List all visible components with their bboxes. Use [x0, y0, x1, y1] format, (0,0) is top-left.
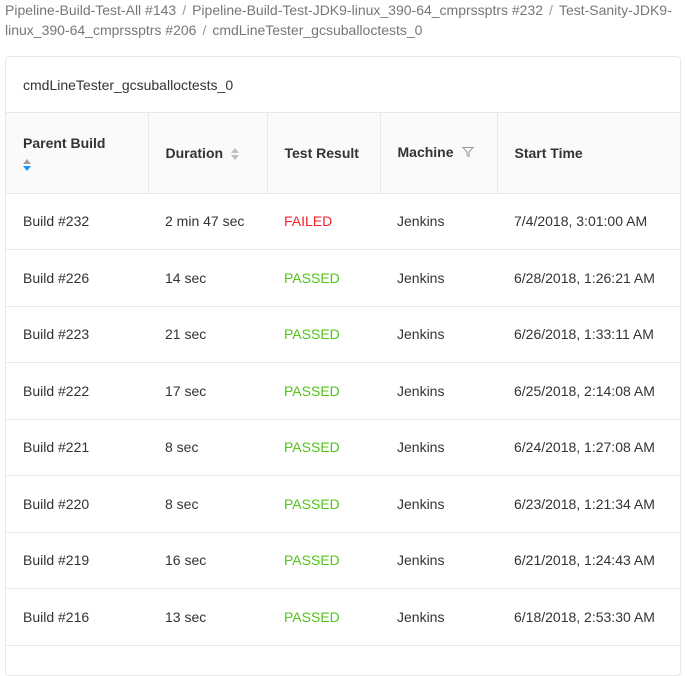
table-row[interactable]: Build #220 8 sec PASSED Jenkins 6/23/201… [6, 475, 680, 533]
cell-machine: Jenkins [380, 306, 497, 363]
table-row[interactable]: Build #223 21 sec PASSED Jenkins 6/26/20… [6, 306, 680, 363]
cell-machine: Jenkins [380, 588, 497, 646]
table-row[interactable]: Build #216 13 sec PASSED Jenkins 6/18/20… [6, 588, 680, 646]
cell-start-time: 6/18/2018, 2:53:30 AM [497, 588, 680, 646]
column-header-test-result: Test Result [267, 113, 381, 194]
column-header-start-time: Start Time [497, 113, 680, 194]
breadcrumb-separator: / [182, 2, 187, 18]
cell-start-time: 6/28/2018, 1:26:21 AM [497, 249, 680, 307]
sort-caret-icon[interactable] [23, 159, 31, 171]
breadcrumb-item-pipeline-all[interactable]: Pipeline-Build-Test-All #143 [5, 2, 176, 18]
table-row[interactable]: Build #219 16 sec PASSED Jenkins 6/21/20… [6, 532, 680, 589]
cell-machine: Jenkins [380, 532, 497, 589]
table-header-row: Parent Build Duration Test Result Machin… [6, 113, 680, 194]
cell-test-result-status: PASSED [267, 475, 380, 533]
cell-test-result-status: FAILED [267, 193, 380, 250]
cell-machine: Jenkins [380, 249, 497, 307]
column-header-duration[interactable]: Duration [148, 113, 268, 194]
column-header-label: Machine [397, 144, 454, 161]
card-title: cmdLineTester_gcsuballoctests_0 [6, 57, 680, 113]
cell-duration: 13 sec [148, 588, 267, 646]
column-header-label: Test Result [284, 144, 359, 161]
cell-machine: Jenkins [380, 193, 497, 250]
column-header-label: Duration [165, 144, 224, 161]
table-row[interactable]: Build #221 8 sec PASSED Jenkins 6/24/201… [6, 419, 680, 476]
cell-duration: 16 sec [148, 532, 267, 589]
cell-duration: 17 sec [148, 362, 267, 420]
build-history-table: Parent Build Duration Test Result Machin… [6, 113, 680, 646]
cell-test-result-status: PASSED [267, 419, 380, 476]
breadcrumb-item-current-test[interactable]: cmdLineTester_gcsuballoctests_0 [212, 22, 422, 38]
cell-duration: 21 sec [148, 306, 267, 363]
cell-parent-build[interactable]: Build #221 [6, 419, 148, 476]
cell-test-result-status: PASSED [267, 249, 380, 307]
cell-parent-build[interactable]: Build #226 [6, 249, 148, 307]
sort-caret-icon[interactable] [231, 148, 240, 161]
breadcrumb-separator: / [549, 2, 553, 18]
column-header-machine: Machine [380, 113, 498, 194]
cell-parent-build[interactable]: Build #220 [6, 475, 148, 533]
cell-machine: Jenkins [380, 475, 497, 533]
cell-duration: 8 sec [148, 475, 267, 533]
table-row[interactable]: Build #226 14 sec PASSED Jenkins 6/28/20… [6, 249, 680, 307]
cell-parent-build[interactable]: Build #232 [6, 193, 148, 250]
cell-start-time: 7/4/2018, 3:01:00 AM [497, 193, 680, 250]
cell-parent-build[interactable]: Build #222 [6, 362, 148, 420]
cell-start-time: 6/23/2018, 1:21:34 AM [497, 475, 680, 533]
column-header-label: Start Time [514, 144, 583, 161]
cell-parent-build[interactable]: Build #216 [6, 588, 148, 646]
test-history-card: cmdLineTester_gcsuballoctests_0 Parent B… [5, 56, 681, 676]
cell-parent-build[interactable]: Build #219 [6, 532, 148, 589]
cell-machine: Jenkins [380, 419, 497, 476]
cell-duration: 14 sec [148, 249, 267, 307]
cell-machine: Jenkins [380, 362, 497, 420]
breadcrumb-separator: / [202, 22, 207, 38]
cell-start-time: 6/25/2018, 2:14:08 AM [497, 362, 680, 420]
cell-duration: 8 sec [148, 419, 267, 476]
cell-test-result-status: PASSED [267, 362, 380, 420]
cell-start-time: 6/24/2018, 1:27:08 AM [497, 419, 680, 476]
cell-test-result-status: PASSED [267, 588, 380, 646]
cell-test-result-status: PASSED [267, 532, 380, 589]
table-row[interactable]: Build #222 17 sec PASSED Jenkins 6/25/20… [6, 362, 680, 420]
table-row[interactable]: Build #232 2 min 47 sec FAILED Jenkins 7… [6, 193, 680, 250]
column-header-label: Parent Build [23, 135, 106, 151]
cell-duration: 2 min 47 sec [148, 193, 267, 250]
cell-start-time: 6/26/2018, 1:33:11 AM [497, 306, 680, 363]
cell-start-time: 6/21/2018, 1:24:43 AM [497, 532, 680, 589]
column-header-parent-build[interactable]: Parent Build [6, 113, 149, 194]
breadcrumb: Pipeline-Build-Test-All #143 / Pipeline-Bu… [5, 0, 675, 40]
breadcrumb-item-pipeline-jdk9[interactable]: Pipeline-Build-Test-JDK9-linux_390-64_cm… [192, 2, 543, 18]
cell-test-result-status: PASSED [267, 306, 380, 363]
filter-funnel-icon[interactable] [461, 145, 474, 161]
cell-parent-build[interactable]: Build #223 [6, 306, 148, 363]
